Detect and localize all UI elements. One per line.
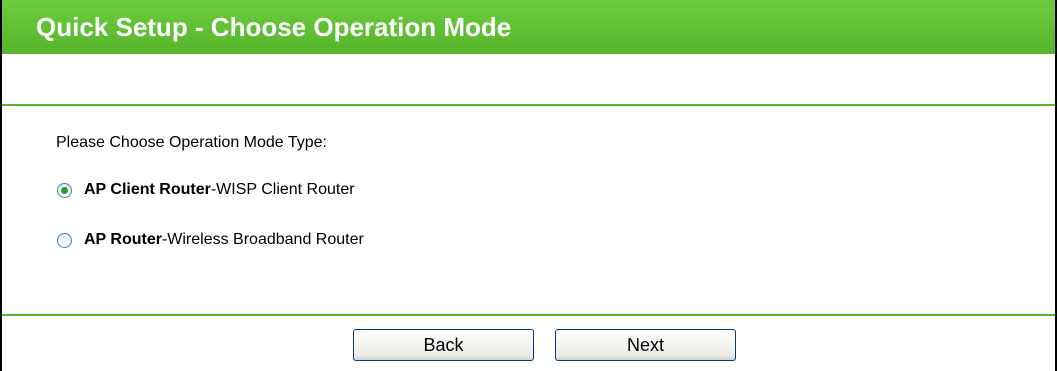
option-name: AP Client Router	[84, 181, 211, 198]
operation-mode-prompt: Please Choose Operation Mode Type:	[56, 134, 327, 151]
quick-setup-panel: Quick Setup - Choose Operation Mode Plea…	[0, 0, 1057, 371]
page-header: Quick Setup - Choose Operation Mode	[2, 0, 1055, 54]
divider-bottom	[2, 314, 1055, 316]
page-title: Quick Setup - Choose Operation Mode	[36, 12, 512, 42]
next-button[interactable]: Next	[555, 329, 736, 361]
option-description: WISP Client Router	[216, 181, 355, 198]
radio-ap-client-router[interactable]	[57, 182, 72, 198]
divider-top	[2, 104, 1055, 106]
option-ap-router[interactable]: AP Router - Wireless Broadband Router	[57, 229, 364, 251]
option-description: Wireless Broadband Router	[167, 231, 364, 248]
back-button[interactable]: Back	[353, 329, 534, 361]
option-ap-client-router[interactable]: AP Client Router - WISP Client Router	[57, 179, 355, 201]
radio-ap-router[interactable]	[57, 232, 72, 248]
option-name: AP Router	[84, 231, 162, 248]
